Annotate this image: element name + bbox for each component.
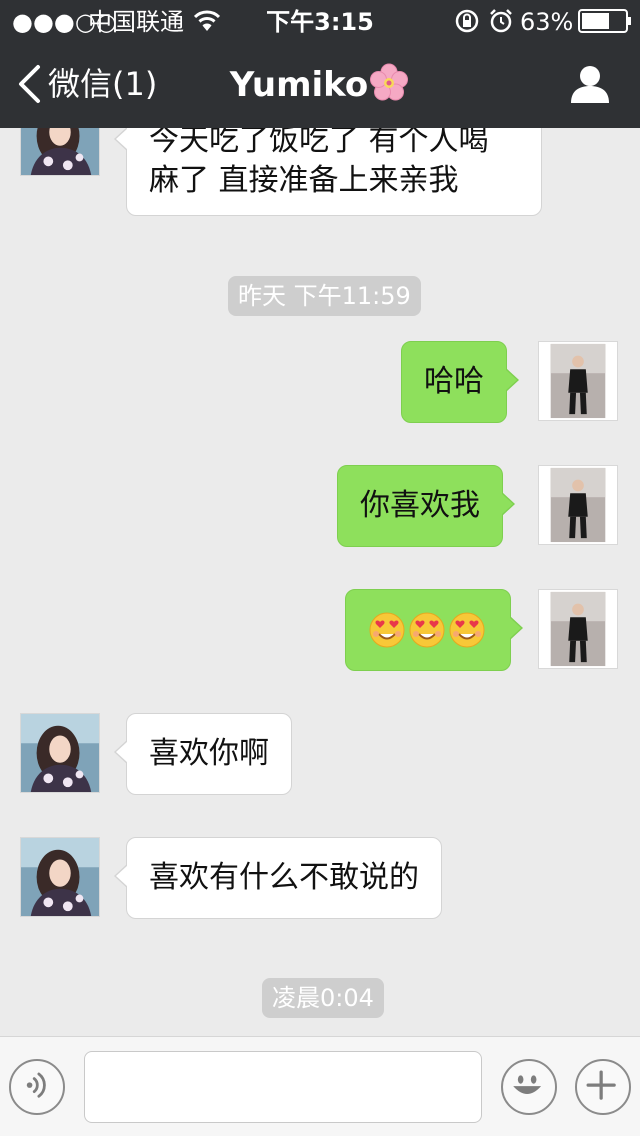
chat-title-text: Yumiko <box>229 65 369 105</box>
contact-photo <box>21 714 99 792</box>
plus-icon <box>586 1070 616 1100</box>
message-line: 麻了 直接准备上来亲我 <box>149 163 459 198</box>
message-bubble-outgoing[interactable] <box>345 589 523 671</box>
alarm-icon <box>490 9 512 33</box>
message-bubble-outgoing[interactable]: 你喜欢我 <box>337 465 515 547</box>
my-avatar[interactable] <box>538 465 618 545</box>
chat-title: Yumiko <box>0 62 640 107</box>
battery-icon <box>578 9 631 33</box>
my-avatar[interactable] <box>538 341 618 421</box>
rotation-lock-icon <box>455 9 479 33</box>
contact-profile-icon[interactable] <box>568 64 612 104</box>
heart-eyes-emoji-icon <box>449 612 485 648</box>
emoji-button[interactable] <box>501 1059 557 1115</box>
voice-icon <box>26 1072 46 1098</box>
message-text: 喜欢有什么不敢说的 <box>149 860 419 895</box>
contact-avatar[interactable] <box>20 837 100 917</box>
message-bubble-outgoing[interactable]: 哈哈 <box>401 341 519 423</box>
smiley-icon <box>513 1075 542 1094</box>
battery-percent: 63% <box>520 8 574 36</box>
input-bar <box>0 1036 640 1136</box>
my-avatar[interactable] <box>538 589 618 669</box>
my-photo <box>539 590 617 668</box>
message-input[interactable] <box>84 1051 482 1123</box>
cherry-blossom-icon <box>370 63 409 101</box>
contact-avatar[interactable] <box>20 713 100 793</box>
contact-photo <box>21 838 99 916</box>
timestamp-label: 昨天 下午11:59 <box>228 276 421 316</box>
more-options-button[interactable] <box>575 1059 631 1115</box>
my-photo <box>539 466 617 544</box>
voice-input-button[interactable] <box>9 1059 65 1115</box>
app-header: ●●●○○ 中国联通 下午3:15 63% 微信(1) Yumiko <box>0 0 640 128</box>
message-bubble-incoming[interactable]: 喜欢有什么不敢说的 <box>114 837 442 919</box>
message-text: 哈哈 <box>424 364 484 399</box>
timestamp-label: 凌晨0:04 <box>262 978 384 1018</box>
message-bubble-incoming[interactable]: 喜欢你啊 <box>114 713 292 795</box>
message-text: 喜欢你啊 <box>149 736 269 771</box>
heart-eyes-emoji-icon <box>369 612 405 648</box>
heart-eyes-emoji-icon <box>409 612 445 648</box>
message-text: 你喜欢我 <box>360 488 480 523</box>
my-photo <box>539 342 617 420</box>
